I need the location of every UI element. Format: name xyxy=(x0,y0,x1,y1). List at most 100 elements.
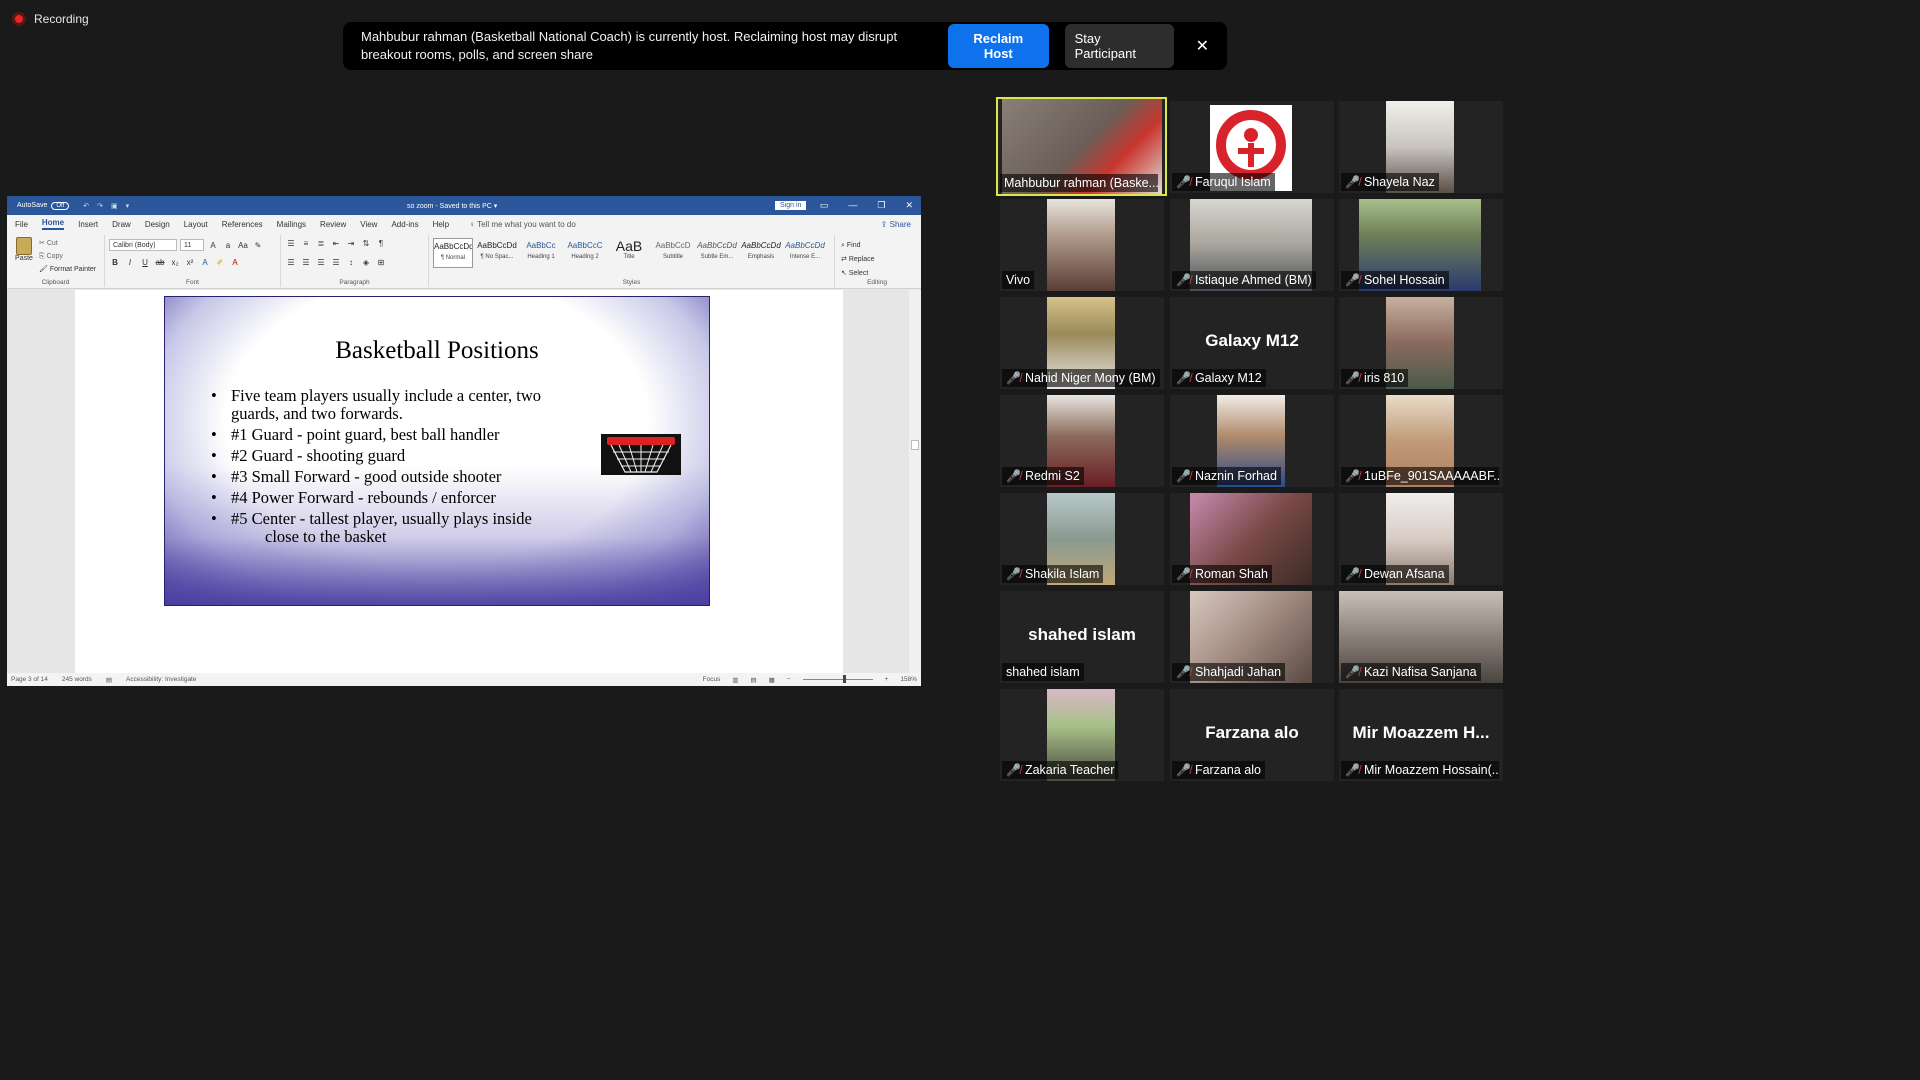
redo-icon[interactable]: ↷ xyxy=(97,202,103,210)
show-marks-icon[interactable]: ¶ xyxy=(375,239,387,248)
align-right-icon[interactable]: ☰ xyxy=(315,258,327,267)
tab-file[interactable]: File xyxy=(15,220,28,229)
multilevel-icon[interactable]: ≣ xyxy=(315,239,327,248)
customize-qat-icon[interactable]: ▾ xyxy=(126,202,130,210)
participant-tile[interactable]: 🎤̸ Kazi Nafisa Sanjana xyxy=(1339,591,1503,683)
tab-references[interactable]: References xyxy=(222,220,263,229)
participant-tile[interactable]: 🎤̸ Redmi S2 xyxy=(1000,395,1164,487)
save-icon[interactable]: ▣ xyxy=(111,202,118,210)
cut-button[interactable]: ✂ Cut xyxy=(39,237,96,250)
strikethrough-icon[interactable]: ab xyxy=(154,258,166,267)
style-normal[interactable]: AaBbCcDd ¶ Normal xyxy=(433,238,473,268)
style-no-spacing[interactable]: AaBbCcDd ¶ No Spac... xyxy=(477,238,517,268)
text-effects-icon[interactable]: A xyxy=(199,258,211,267)
numbering-icon[interactable]: ≡ xyxy=(300,239,312,248)
font-color-icon[interactable]: A xyxy=(229,258,241,267)
bullets-icon[interactable]: ☰ xyxy=(285,239,297,248)
tab-draw[interactable]: Draw xyxy=(112,220,131,229)
print-layout-icon[interactable]: ▤ xyxy=(750,676,756,684)
participant-tile[interactable]: 🎤̸ Sohel Hossain xyxy=(1339,199,1503,291)
tab-view[interactable]: View xyxy=(360,220,377,229)
proofing-icon[interactable]: ▤ xyxy=(106,676,112,684)
participant-tile[interactable]: 🎤̸ Faruqul Islam xyxy=(1170,101,1334,193)
style-heading-1[interactable]: AaBbCc Heading 1 xyxy=(521,238,561,268)
close-icon[interactable]: ✕ xyxy=(1196,36,1209,56)
participant-tile[interactable]: Mir Moazzem H... 🎤̸ Mir Moazzem Hossain(.… xyxy=(1339,689,1503,781)
style-heading-2[interactable]: AaBbCcC Heading 2 xyxy=(565,238,605,268)
web-layout-icon[interactable]: ▦ xyxy=(769,676,775,684)
style-subtitle[interactable]: AaBbCcD Subtitle xyxy=(653,238,693,268)
reclaim-host-button[interactable]: Reclaim Host xyxy=(948,24,1049,68)
tab-layout[interactable]: Layout xyxy=(184,220,208,229)
zoom-level[interactable]: 158% xyxy=(900,676,917,683)
participant-tile[interactable]: 🎤̸ Roman Shah xyxy=(1170,493,1334,585)
zoom-in-icon[interactable]: + xyxy=(885,676,889,683)
undo-icon[interactable]: ↶ xyxy=(83,202,89,210)
tab-design[interactable]: Design xyxy=(145,220,170,229)
tab-insert[interactable]: Insert xyxy=(78,220,98,229)
superscript-icon[interactable]: x² xyxy=(184,258,196,267)
italic-icon[interactable]: I xyxy=(124,258,136,267)
style-intense-emphasis[interactable]: AaBbCcDd Intense E... xyxy=(785,238,825,268)
bold-icon[interactable]: B xyxy=(109,258,121,267)
participant-tile[interactable]: 🎤̸ Shahjadi Jahan xyxy=(1170,591,1334,683)
tab-home[interactable]: Home xyxy=(41,218,65,230)
read-mode-icon[interactable]: ▥ xyxy=(732,676,738,684)
shrink-font-icon[interactable]: a xyxy=(222,241,234,250)
change-case-icon[interactable]: Aa xyxy=(237,241,249,250)
line-spacing-icon[interactable]: ↕ xyxy=(345,258,357,267)
highlight-icon[interactable]: ✐ xyxy=(214,258,226,267)
participant-tile[interactable]: 🎤̸ Shakila Islam xyxy=(1000,493,1164,585)
justify-icon[interactable]: ☰ xyxy=(330,258,342,267)
increase-indent-icon[interactable]: ⇥ xyxy=(345,239,357,248)
grow-font-icon[interactable]: A xyxy=(207,241,219,250)
decrease-indent-icon[interactable]: ⇤ xyxy=(330,239,342,248)
participant-tile[interactable]: 🎤̸ Naznin Forhad xyxy=(1170,395,1334,487)
align-center-icon[interactable]: ☰ xyxy=(300,258,312,267)
tab-add-ins[interactable]: Add-ins xyxy=(391,220,418,229)
replace-button[interactable]: ⇄ Replace xyxy=(841,253,875,267)
document-title[interactable]: so zoom - Saved to this PC ▾ xyxy=(407,202,497,210)
borders-icon[interactable]: ⊞ xyxy=(375,258,387,267)
font-size-box[interactable]: 11 xyxy=(180,239,204,251)
accessibility-status[interactable]: Accessibility: Investigate xyxy=(126,676,196,683)
close-window-icon[interactable]: ✕ xyxy=(905,200,913,211)
document-page[interactable]: Basketball Positions Five team players u… xyxy=(75,290,843,673)
share-button[interactable]: ⇪ Share xyxy=(881,220,911,229)
autosave-toggle[interactable]: AutoSave Off xyxy=(17,201,70,210)
page-count[interactable]: Page 3 of 14 xyxy=(11,676,48,683)
participant-tile[interactable]: Mahbubur rahman (Baske... xyxy=(996,97,1167,196)
stay-participant-button[interactable]: Stay Participant xyxy=(1064,24,1174,68)
focus-button[interactable]: Focus xyxy=(703,676,721,683)
shading-icon[interactable]: ◈ xyxy=(360,258,372,267)
participant-tile[interactable]: 🎤̸ 1uBFe_901SAAAAABF... xyxy=(1339,395,1503,487)
tell-me-search[interactable]: ♀ Tell me what you want to do xyxy=(469,220,576,229)
style-subtle-emphasis[interactable]: AaBbCcDd Subtle Em... xyxy=(697,238,737,268)
clear-format-icon[interactable]: ✎ xyxy=(252,241,264,250)
align-left-icon[interactable]: ☰ xyxy=(285,258,297,267)
underline-icon[interactable]: U xyxy=(139,258,151,267)
participant-tile[interactable]: 🎤̸ Shayela Naz xyxy=(1339,101,1503,193)
participant-tile[interactable]: 🎤̸ Istiaque Ahmed (BM) xyxy=(1170,199,1334,291)
tab-review[interactable]: Review xyxy=(320,220,346,229)
zoom-slider[interactable] xyxy=(802,675,873,683)
tab-mailings[interactable]: Mailings xyxy=(277,220,306,229)
paste-button[interactable]: Paste xyxy=(13,237,35,262)
sort-icon[interactable]: ⇅ xyxy=(360,239,372,248)
participant-tile[interactable]: 🎤̸ Zakaria Teacher xyxy=(1000,689,1164,781)
scroll-thumb[interactable] xyxy=(911,440,919,450)
zoom-out-icon[interactable]: − xyxy=(787,676,791,683)
restore-icon[interactable]: ❐ xyxy=(877,200,885,211)
style-emphasis[interactable]: AaBbCcDd Emphasis xyxy=(741,238,781,268)
sign-in-button[interactable]: Sign in xyxy=(775,201,807,210)
font-name-box[interactable]: Calibri (Body) xyxy=(109,239,177,251)
word-count[interactable]: 245 words xyxy=(62,676,92,683)
style-title[interactable]: AaB Title xyxy=(609,238,649,268)
minimize-icon[interactable]: — xyxy=(848,200,857,211)
participant-tile[interactable]: Vivo xyxy=(1000,199,1164,291)
subscript-icon[interactable]: x₂ xyxy=(169,258,181,267)
ribbon-display-icon[interactable]: ▭ xyxy=(820,200,829,211)
find-button[interactable]: ⌕ Find xyxy=(841,239,875,253)
participant-tile[interactable]: Farzana alo 🎤̸ Farzana alo xyxy=(1170,689,1334,781)
participant-tile[interactable]: Galaxy M12 🎤̸ Galaxy M12 xyxy=(1170,297,1334,389)
